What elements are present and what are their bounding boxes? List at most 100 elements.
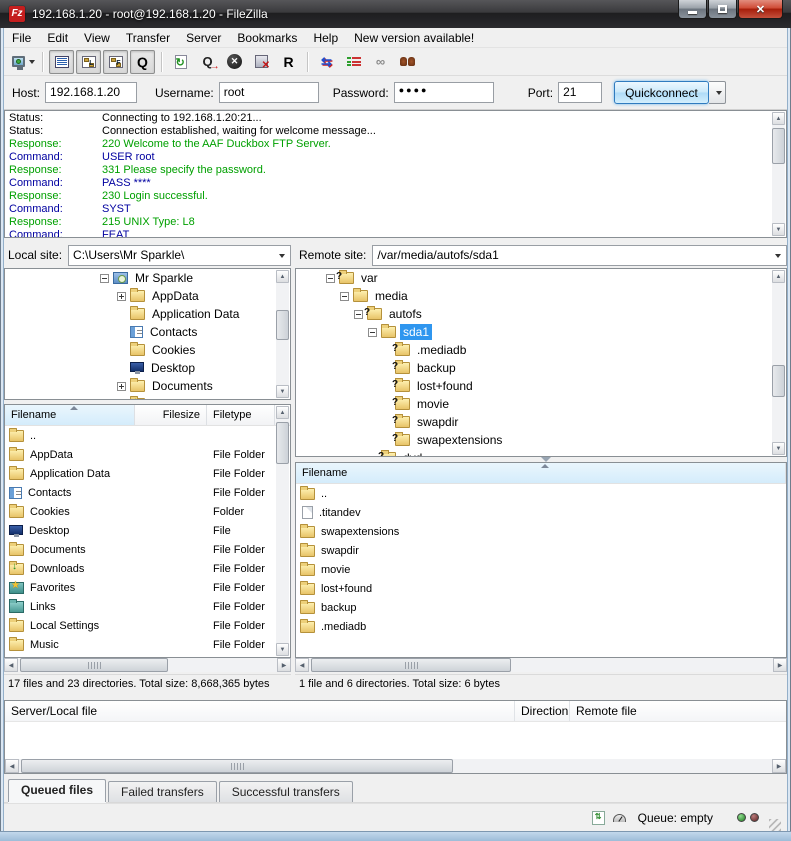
- scrollbar-thumb[interactable]: [311, 658, 511, 672]
- scroll-right-icon[interactable]: ▶: [772, 759, 786, 773]
- find-files-button[interactable]: [395, 50, 420, 74]
- local-list-scrollbar[interactable]: ▲ ▼: [276, 406, 289, 656]
- tree-row[interactable]: Contacts: [5, 323, 290, 341]
- site-manager-button[interactable]: [11, 50, 36, 74]
- tree-label[interactable]: swapdir: [414, 414, 461, 430]
- menu-item-server[interactable]: Server: [178, 29, 229, 47]
- collapse-icon[interactable]: [326, 274, 335, 283]
- scroll-left-icon[interactable]: ◀: [4, 658, 18, 672]
- column-header-filename[interactable]: Filename: [5, 405, 135, 425]
- tree-row[interactable]: .mediadb: [296, 341, 786, 359]
- list-item[interactable]: swapextensions: [296, 522, 786, 541]
- queue-hscrollbar[interactable]: ◀ ▶: [5, 759, 786, 773]
- tree-row[interactable]: swapextensions: [296, 431, 786, 449]
- reconnect-button[interactable]: R: [276, 50, 301, 74]
- speed-limits-icon[interactable]: [613, 814, 626, 822]
- tree-row[interactable]: media: [296, 287, 786, 305]
- menu-item-edit[interactable]: Edit: [39, 29, 76, 47]
- remote-hscrollbar[interactable]: ◀ ▶: [295, 658, 787, 672]
- tree-label[interactable]: .mediadb: [414, 342, 469, 358]
- password-input[interactable]: ●●●●: [394, 82, 494, 103]
- tree-row[interactable]: sda1: [296, 323, 786, 341]
- tab-successful-transfers[interactable]: Successful transfers: [219, 781, 353, 802]
- tree-row[interactable]: Desktop: [5, 359, 290, 377]
- menu-item-transfer[interactable]: Transfer: [118, 29, 178, 47]
- scroll-down-icon[interactable]: ▼: [772, 442, 785, 455]
- list-item[interactable]: DocumentsFile Folder: [5, 540, 290, 559]
- menu-item-bookmarks[interactable]: Bookmarks: [229, 29, 305, 47]
- tree-row[interactable]: Cookies: [5, 341, 290, 359]
- tree-label[interactable]: Contacts: [147, 324, 200, 340]
- tree-label-selected[interactable]: sda1: [400, 324, 432, 340]
- tree-label[interactable]: backup: [414, 360, 459, 376]
- list-item[interactable]: LinksFile Folder: [5, 597, 290, 616]
- tree-label[interactable]: movie: [414, 396, 452, 412]
- log-scrollbar[interactable]: ▲ ▼: [772, 112, 785, 236]
- remote-tree-scrollbar[interactable]: ▲ ▼: [772, 270, 785, 455]
- resize-grip[interactable]: [769, 819, 781, 831]
- tree-label[interactable]: dvd: [400, 450, 425, 457]
- scrollbar-thumb[interactable]: [21, 759, 453, 773]
- filter-button[interactable]: ∞: [368, 50, 393, 74]
- list-item[interactable]: backup: [296, 598, 786, 617]
- collapse-icon[interactable]: [354, 310, 363, 319]
- column-header-filetype[interactable]: Filetype: [207, 405, 275, 425]
- tree-label[interactable]: var: [358, 270, 381, 286]
- list-item[interactable]: DesktopFile: [5, 521, 290, 540]
- queue-column-header-direction[interactable]: Direction: [515, 701, 570, 721]
- scrollbar-thumb[interactable]: [20, 658, 168, 672]
- column-header-filename[interactable]: Filename: [296, 463, 786, 483]
- scroll-left-icon[interactable]: ◀: [295, 658, 309, 672]
- tree-row[interactable]: swapdir: [296, 413, 786, 431]
- tree-row[interactable]: autofs: [296, 305, 786, 323]
- scroll-up-icon[interactable]: ▲: [772, 270, 785, 283]
- minimize-button[interactable]: [678, 0, 707, 19]
- column-header-filesize[interactable]: Filesize: [135, 405, 207, 425]
- menu-item-file[interactable]: File: [4, 29, 39, 47]
- scroll-up-icon[interactable]: ▲: [276, 270, 289, 283]
- tree-label[interactable]: Cookies: [149, 342, 198, 358]
- process-queue-button[interactable]: Q: [195, 50, 220, 74]
- queue-column-header-remote-file[interactable]: Remote file: [570, 701, 786, 721]
- tree-label[interactable]: autofs: [386, 306, 425, 322]
- list-item[interactable]: lost+found: [296, 579, 786, 598]
- list-item[interactable]: DownloadsFile Folder: [5, 559, 290, 578]
- tree-row[interactable]: movie: [296, 395, 786, 413]
- tree-label[interactable]: AppData: [149, 288, 202, 304]
- directory-comparison-button[interactable]: ⇆: [314, 50, 339, 74]
- list-item[interactable]: Application DataFile Folder: [5, 464, 290, 483]
- tree-label[interactable]: media: [372, 288, 411, 304]
- scroll-left-icon[interactable]: ◀: [5, 759, 19, 773]
- remote-path-combo[interactable]: /var/media/autofs/sda1: [372, 245, 787, 266]
- list-item[interactable]: ContactsFile Folder: [5, 483, 290, 502]
- tree-row[interactable]: lost+found: [296, 377, 786, 395]
- tree-row[interactable]: Mr Sparkle: [5, 269, 290, 287]
- collapse-icon[interactable]: [100, 274, 109, 283]
- scrollbar-thumb[interactable]: [276, 310, 289, 340]
- scroll-right-icon[interactable]: ▶: [773, 658, 787, 672]
- list-item[interactable]: FavoritesFile Folder: [5, 578, 290, 597]
- list-item[interactable]: .mediadb: [296, 617, 786, 636]
- quickconnect-button[interactable]: Quickconnect: [614, 81, 709, 104]
- tree-label[interactable]: Desktop: [148, 360, 198, 376]
- scroll-up-icon[interactable]: ▲: [276, 406, 289, 419]
- toggle-local-tree-button[interactable]: L: [76, 50, 101, 74]
- menu-item-help[interactable]: Help: [305, 29, 346, 47]
- quickconnect-dropdown-button[interactable]: [709, 81, 726, 104]
- maximize-button[interactable]: [708, 0, 737, 19]
- list-item[interactable]: MusicFile Folder: [5, 635, 290, 654]
- synchronized-browsing-button[interactable]: [341, 50, 366, 74]
- tree-row[interactable]: Application Data: [5, 305, 290, 323]
- scroll-down-icon[interactable]: ▼: [772, 223, 785, 236]
- menu-item-new-version-available[interactable]: New version available!: [346, 29, 482, 47]
- local-path-combo[interactable]: C:\Users\Mr Sparkle\: [68, 245, 291, 266]
- tree-row[interactable]: backup: [296, 359, 786, 377]
- tree-label[interactable]: Mr Sparkle: [132, 270, 196, 286]
- list-item[interactable]: ..: [296, 484, 786, 503]
- scrollbar-thumb[interactable]: [772, 365, 785, 397]
- menu-item-view[interactable]: View: [76, 29, 118, 47]
- disconnect-button[interactable]: [249, 50, 274, 74]
- scrollbar-thumb[interactable]: [772, 128, 785, 164]
- list-item[interactable]: .titandev: [296, 503, 786, 522]
- scroll-down-icon[interactable]: ▼: [276, 385, 289, 398]
